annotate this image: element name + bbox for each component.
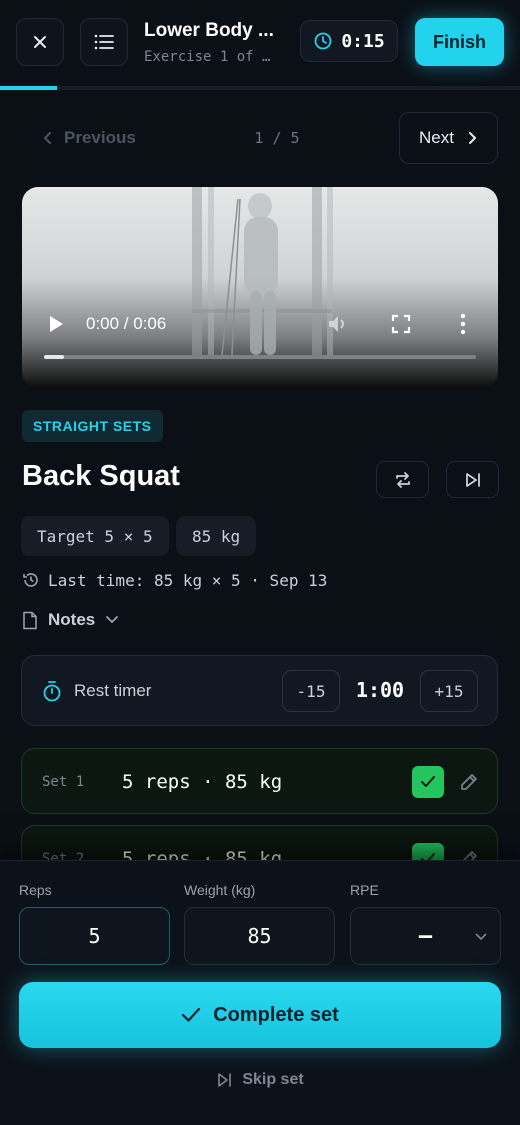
set-entry-panel: Reps Weight (kg) RPE 5 85 – Complete set… [0,860,520,1125]
more-options-icon[interactable] [458,313,468,335]
page-indicator: 1 / 5 [254,129,300,147]
video-seek-bar[interactable] [44,355,476,359]
set-label: Set 1 [42,774,85,790]
notes-label: Notes [48,610,96,629]
rack-post-left-inner [208,187,214,357]
set-row[interactable]: Set 1 5 reps · 85 kg [21,748,498,814]
list-icon [94,34,114,50]
rest-minus-button[interactable]: -15 [282,670,340,712]
finish-button[interactable]: Finish [415,18,504,66]
video-time: 0:00 / 0:06 [86,314,167,333]
chevron-right-icon [468,132,477,144]
video-seek-progress [44,355,64,359]
rack-post-right [312,187,322,357]
rest-plus-button[interactable]: +15 [420,670,478,712]
rpe-label: RPE [350,882,379,898]
exercise-list-button[interactable] [80,18,128,66]
reps-label: Reps [19,882,52,898]
exercise-name: Back Squat [22,460,180,492]
previous-label: Previous [64,128,136,147]
elapsed-time: 0:15 [341,30,385,52]
rack-post-left [192,187,202,357]
rest-timer-card: Rest timer -15 1:00 +15 [21,655,498,726]
skip-exercise-button[interactable] [446,461,499,498]
last-time-text: Last time: 85 kg × 5 · Sep 13 [48,571,328,590]
rack-bar [192,309,332,313]
stopwatch-icon [43,681,61,702]
volume-icon[interactable] [326,313,350,335]
previous-button[interactable]: Previous [22,112,172,164]
target-chip: Target 5 × 5 [21,516,169,556]
play-icon[interactable] [48,315,64,333]
workout-subtitle: Exercise 1 of … [144,49,271,65]
edit-icon[interactable] [459,772,479,792]
complete-set-button[interactable]: Complete set [19,982,501,1048]
next-label: Next [419,128,454,147]
weight-chip: 85 kg [176,516,257,556]
reps-input[interactable]: 5 [19,907,170,965]
set-detail: 5 reps · 85 kg [122,771,283,793]
rest-timer-label: Rest timer [74,681,152,700]
workout-progress-bar [0,86,520,90]
chevron-down-icon [106,616,119,624]
swap-exercise-button[interactable] [376,461,429,498]
skip-set-label: Skip set [242,1071,304,1088]
complete-set-label: Complete set [213,1003,339,1026]
close-button[interactable] [16,18,64,66]
rpe-select[interactable]: – [350,907,501,965]
workout-title: Lower Body ... [144,20,274,41]
rpe-value: – [418,923,433,949]
cable-lines [221,198,241,356]
elapsed-timer: 0:15 [300,20,398,62]
close-icon [34,36,46,48]
set-complete-check[interactable] [412,766,444,798]
next-button[interactable]: Next [399,112,498,164]
swap-icon [395,471,410,488]
notes-toggle[interactable]: Notes [22,610,119,630]
note-icon [23,611,37,629]
rest-timer-value: 1:00 [355,678,405,702]
workout-progress-fill [0,86,58,90]
chevron-left-icon [43,132,51,144]
athlete-leg-right [264,291,276,355]
clock-icon [314,32,332,50]
fullscreen-icon[interactable] [391,314,411,334]
skip-forward-icon [465,472,480,487]
history-icon [23,573,38,587]
skip-forward-icon [218,1073,232,1087]
chevron-down-icon [475,933,487,941]
check-icon [182,1007,201,1022]
skip-set-button[interactable]: Skip set [0,1071,520,1089]
check-icon [421,776,435,787]
exercise-video[interactable]: 0:00 / 0:06 [22,187,498,388]
weight-input[interactable]: 85 [184,907,335,965]
set-type-badge: STRAIGHT SETS [22,410,163,442]
weight-label: Weight (kg) [184,882,256,898]
